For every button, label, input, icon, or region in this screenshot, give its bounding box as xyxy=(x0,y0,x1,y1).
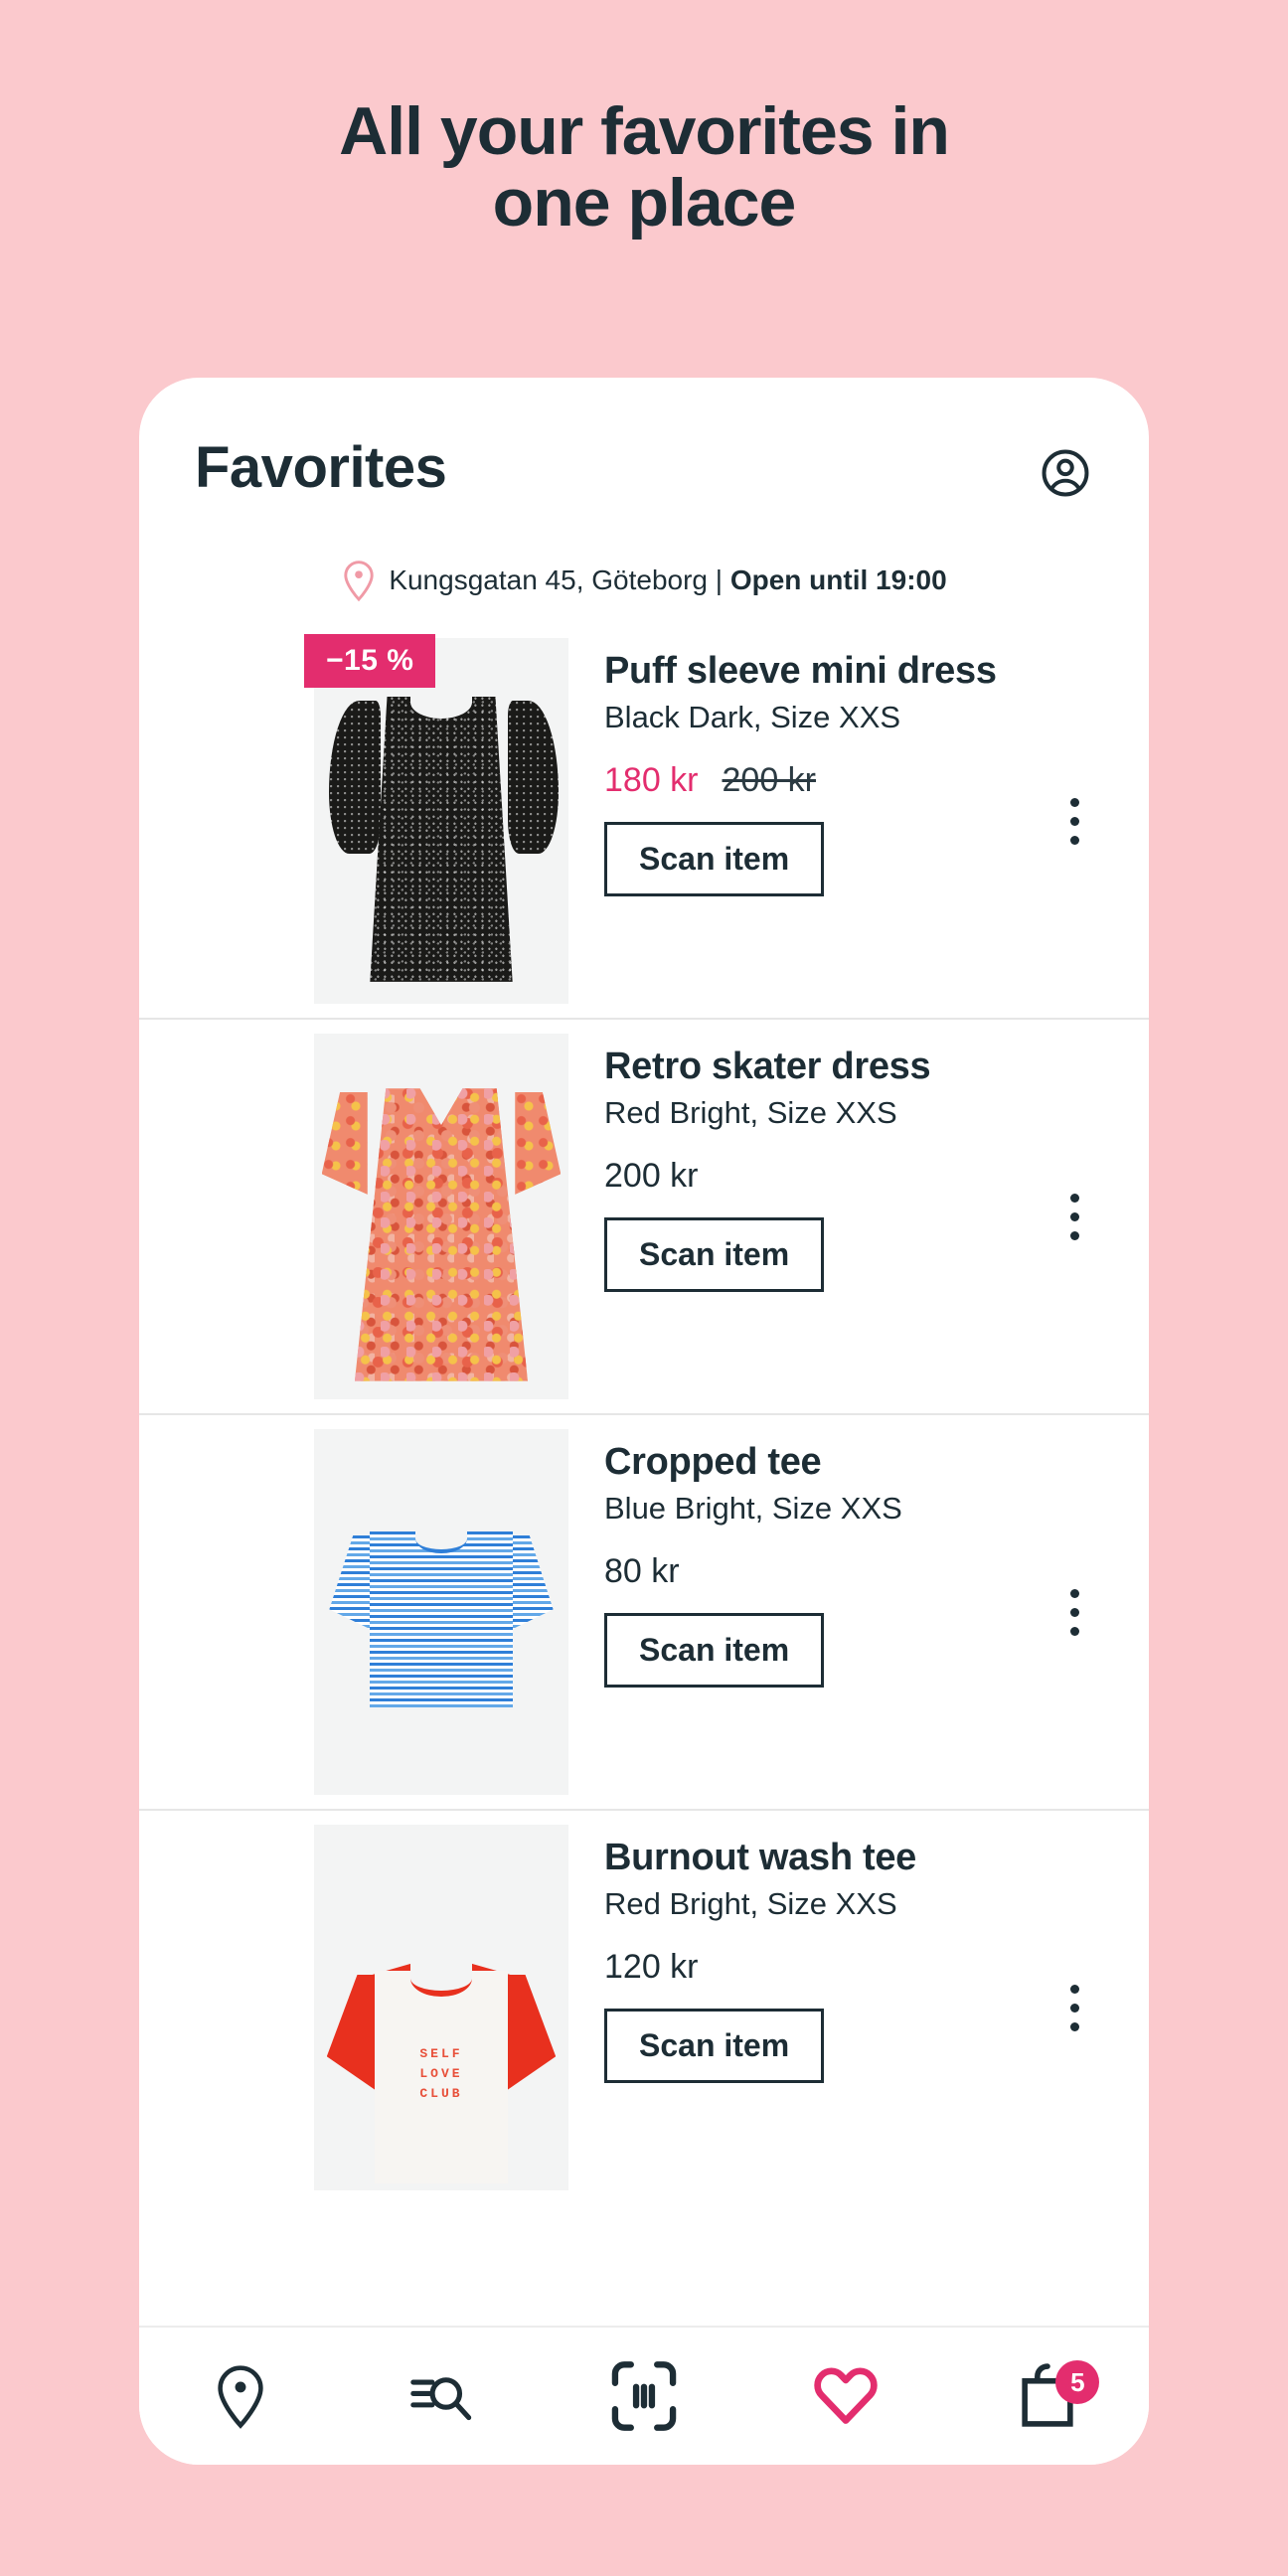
product-price: 80 kr xyxy=(604,1551,680,1590)
store-info-text: Kungsgatan 45, Göteborg | Open until 19:… xyxy=(389,564,946,596)
product-info: Retro skater dress Red Bright, Size XXS … xyxy=(568,1020,1040,1312)
product-thumb-wrap: −15 % xyxy=(304,624,568,1018)
table-row[interactable]: SELF LOVE CLUB Burnout wash tee Red Brig… xyxy=(139,1809,1149,2204)
phone-mockup: Favorites Kungsgatan 45, Göteborg | Open… xyxy=(139,378,1149,2465)
location-pin-icon xyxy=(344,561,374,602)
product-info: Puff sleeve mini dress Black Dark, Size … xyxy=(568,624,1040,916)
scan-item-button[interactable]: Scan item xyxy=(604,821,825,896)
scan-item-button[interactable]: Scan item xyxy=(604,1612,825,1688)
product-variant: Black Dark, Size XXS xyxy=(604,699,901,734)
app-header: Favorites xyxy=(139,378,1149,537)
product-name: Cropped tee xyxy=(604,1441,822,1483)
product-thumb-wrap xyxy=(314,1020,568,1413)
product-image-puff-sleeve-mini-dress[interactable] xyxy=(314,638,568,1004)
price-line: 80 kr xyxy=(604,1552,1040,1591)
table-row[interactable]: Retro skater dress Red Bright, Size XXS … xyxy=(139,1018,1149,1413)
screen: All your favorites in one place Favorite… xyxy=(0,0,1288,2576)
product-image-cropped-tee[interactable] xyxy=(314,1429,568,1795)
table-row[interactable]: Cropped tee Blue Bright, Size XXS 80 kr … xyxy=(139,1413,1149,1809)
store-address: Kungsgatan 45, Göteborg xyxy=(389,564,708,595)
nav-item-cart[interactable]: 5 xyxy=(988,2346,1107,2446)
product-name: Burnout wash tee xyxy=(604,1837,917,1878)
location-pin-icon xyxy=(217,2365,263,2429)
garment-art: SELF LOVE CLUB xyxy=(314,1825,568,2190)
product-variant: Blue Bright, Size XXS xyxy=(604,1490,902,1526)
product-image-retro-skater-dress[interactable] xyxy=(314,1034,568,1399)
price-line: 180 kr 200 kr xyxy=(604,761,1040,800)
garment-art xyxy=(314,1429,568,1795)
product-image-burnout-wash-tee[interactable]: SELF LOVE CLUB xyxy=(314,1825,568,2190)
nav-item-scan[interactable] xyxy=(584,2346,704,2446)
garment-art xyxy=(314,638,568,1004)
garment-art xyxy=(314,1034,568,1399)
page-title: Favorites xyxy=(195,435,447,500)
scan-item-button[interactable]: Scan item xyxy=(604,2008,825,2083)
product-thumb-wrap: SELF LOVE CLUB xyxy=(314,1811,568,2204)
headline-line-1: All your favorites in xyxy=(339,93,950,169)
more-vertical-icon[interactable] xyxy=(1040,1193,1109,1240)
price-line: 120 kr xyxy=(604,1948,1040,1987)
bottom-navigation: 5 xyxy=(139,2326,1149,2465)
nav-item-search[interactable] xyxy=(383,2346,502,2446)
tee-print-text: SELF LOVE CLUB xyxy=(398,2044,484,2104)
nav-item-stores[interactable] xyxy=(181,2346,300,2446)
more-vertical-icon[interactable] xyxy=(1040,797,1109,845)
product-name: Retro skater dress xyxy=(604,1046,931,1087)
product-variant: Red Bright, Size XXS xyxy=(604,1094,897,1130)
cart-count-badge: 5 xyxy=(1055,2360,1100,2404)
more-vertical-icon[interactable] xyxy=(1040,1984,1109,2031)
table-row[interactable]: −15 % Puff sleeve mini dress Black Dark,… xyxy=(139,624,1149,1018)
more-vertical-icon[interactable] xyxy=(1040,1588,1109,1636)
headline-line-2: one place xyxy=(492,165,797,242)
print-line-2: LOVE xyxy=(419,2065,463,2081)
store-location-bar[interactable]: Kungsgatan 45, Göteborg | Open until 19:… xyxy=(139,559,1149,602)
print-line-3: CLUB xyxy=(419,2086,463,2102)
nav-item-favorites[interactable] xyxy=(786,2346,905,2446)
print-line-1: SELF xyxy=(419,2045,463,2061)
product-price: 120 kr xyxy=(604,1947,699,1986)
product-info: Burnout wash tee Red Bright, Size XXS 12… xyxy=(568,1811,1040,2103)
scan-item-button[interactable]: Scan item xyxy=(604,1216,825,1292)
price-line: 200 kr xyxy=(604,1157,1040,1196)
product-thumb-wrap xyxy=(314,1415,568,1809)
account-circle-icon[interactable] xyxy=(1038,439,1093,501)
product-name: Puff sleeve mini dress xyxy=(604,650,997,692)
search-icon xyxy=(410,2377,471,2421)
hero-headline: All your favorites in one place xyxy=(0,95,1288,239)
product-info: Cropped tee Blue Bright, Size XXS 80 kr … xyxy=(568,1415,1040,1707)
discount-badge: −15 % xyxy=(304,634,436,688)
favorites-list: −15 % Puff sleeve mini dress Black Dark,… xyxy=(139,624,1149,2204)
product-price: 180 kr xyxy=(604,760,699,799)
product-variant: Red Bright, Size XXS xyxy=(604,1885,897,1921)
store-hours: Open until 19:00 xyxy=(729,564,947,595)
heart-icon xyxy=(814,2367,878,2424)
store-separator: | xyxy=(715,564,724,595)
barcode-scan-icon xyxy=(611,2361,677,2431)
product-price-original: 200 kr xyxy=(722,760,817,799)
product-price: 200 kr xyxy=(604,1156,699,1195)
